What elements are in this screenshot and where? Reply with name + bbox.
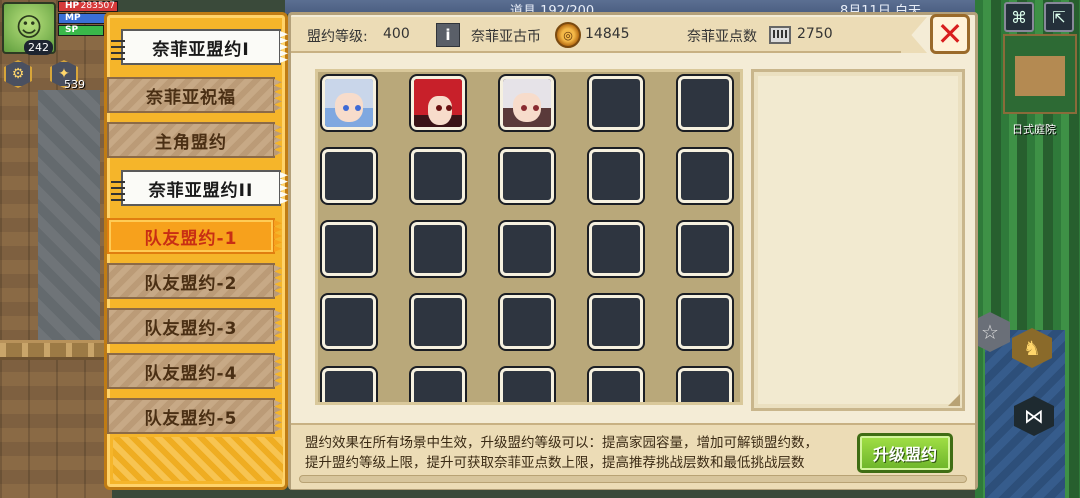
skill-count: 539: [64, 78, 85, 91]
tab-teammate-pact-5[interactable]: 队友盟约-5: [107, 398, 275, 434]
pact-main-panel: 盟约等级: 400 i 奈菲亚古币 ◎ 14845 奈菲亚点数 2750 盟约效…: [288, 12, 978, 490]
points-label: 奈菲亚点数: [687, 29, 757, 45]
points-value: 2750: [797, 26, 833, 42]
companion-slot-empty[interactable]: [678, 149, 732, 203]
companion-slot[interactable]: [500, 76, 554, 130]
portrait-red-haired-boy: [414, 79, 462, 127]
coin-icon: ◎: [555, 22, 581, 48]
tab-teammate-pact-1[interactable]: 队友盟约-1: [107, 218, 275, 254]
tab-label: 奈菲亚盟约I: [152, 39, 250, 60]
companion-slot-empty[interactable]: [322, 295, 376, 349]
companion-slot[interactable]: [411, 76, 465, 130]
player-level-badge: 242: [24, 40, 53, 55]
hp-bar: HP 283507: [58, 1, 118, 12]
companion-grid: [315, 69, 743, 405]
scene-fence: [0, 340, 112, 360]
portrait-silver-blue-haired-girl: [325, 79, 373, 127]
tab-label: 队友盟约-5: [144, 408, 238, 429]
sp-label: SP: [65, 25, 79, 35]
companion-slot-empty[interactable]: [500, 149, 554, 203]
footer-decor-bar: [299, 475, 967, 483]
mp-label: MP: [65, 13, 81, 23]
companion-slot-empty[interactable]: [500, 368, 554, 402]
network-icon[interactable]: ⌘: [1004, 2, 1034, 32]
pact-tab-panel: 奈菲亚盟约I 奈菲亚祝福 主角盟约 奈菲亚盟约II 队友盟约-1 队友盟约-2 …: [104, 12, 288, 490]
companion-slot-empty[interactable]: [411, 149, 465, 203]
companion-slot-empty[interactable]: [322, 149, 376, 203]
companion-slot[interactable]: [322, 76, 376, 130]
companion-slot-empty[interactable]: [589, 295, 643, 349]
close-button[interactable]: ✕: [930, 14, 970, 54]
tab-nephia-pact-1[interactable]: 奈菲亚盟约I: [111, 29, 281, 65]
tab-label: 队友盟约-3: [144, 318, 238, 339]
minimap[interactable]: [1003, 34, 1077, 114]
pact-level-label: 盟约等级:: [307, 29, 368, 45]
points-card-icon: [769, 26, 791, 44]
tab-label: 队友盟约-1: [144, 228, 238, 249]
close-icon: ✕: [936, 15, 964, 53]
pact-footer: 盟约效果在所有场景中生效，升级盟约等级可以：提高家园容量，增加可解锁盟约数， 提…: [291, 423, 975, 489]
companion-slot-empty[interactable]: [322, 368, 376, 402]
upgrade-pact-button[interactable]: 升级盟约: [857, 433, 953, 473]
coin-value: 14845: [585, 26, 630, 42]
mp-bar: MP: [58, 13, 110, 24]
companion-slot-empty[interactable]: [411, 368, 465, 402]
tab-panel-pattern: [113, 437, 283, 481]
companion-slot-empty[interactable]: [589, 368, 643, 402]
scene-stone-path: [38, 90, 100, 340]
companion-slot-empty[interactable]: [589, 76, 643, 130]
pact-header: 盟约等级: 400 i 奈菲亚古币 ◎ 14845 奈菲亚点数 2750: [291, 17, 903, 53]
tab-label: 奈菲亚盟约II: [148, 180, 254, 201]
tab-label: 奈菲亚祝福: [146, 87, 236, 108]
tab-label: 队友盟约-2: [144, 273, 238, 294]
companion-slot-empty[interactable]: [411, 295, 465, 349]
tab-teammate-pact-4[interactable]: 队友盟约-4: [107, 353, 275, 389]
companion-slot-empty[interactable]: [500, 222, 554, 276]
companion-slot-empty[interactable]: [411, 222, 465, 276]
hp-label: HP: [65, 1, 80, 11]
companion-slot-empty[interactable]: [678, 222, 732, 276]
coin-label: 奈菲亚古币: [471, 29, 541, 45]
companion-slot-empty[interactable]: [322, 222, 376, 276]
tab-hero-pact[interactable]: 主角盟约: [107, 122, 275, 158]
companion-slot-empty[interactable]: [678, 76, 732, 130]
description-line-2: 提升盟约等级上限，提升可获取奈菲亚点数上限，提高推荐挑战层数和最低挑战层数: [305, 455, 805, 471]
hp-value: 283507: [80, 1, 115, 11]
tab-teammate-pact-2[interactable]: 队友盟约-2: [107, 263, 275, 299]
companion-slot-empty[interactable]: [678, 295, 732, 349]
description-line-1: 盟约效果在所有场景中生效，升级盟约等级可以：提高家园容量，增加可解锁盟约数，: [305, 435, 818, 451]
companion-slot-empty[interactable]: [678, 368, 732, 402]
tab-nephia-blessing[interactable]: 奈菲亚祝福: [107, 77, 275, 113]
sp-bar: SP: [58, 25, 104, 36]
pact-description: 盟约效果在所有场景中生效，升级盟约等级可以：提高家园容量，增加可解锁盟约数， 提…: [305, 433, 845, 473]
tab-teammate-pact-3[interactable]: 队友盟约-3: [107, 308, 275, 344]
pact-level-value: 400: [383, 26, 410, 42]
tab-label: 主角盟约: [155, 132, 227, 153]
portrait-white-haired-girl: [503, 79, 551, 127]
companion-slot-empty[interactable]: [589, 222, 643, 276]
companion-slot-empty[interactable]: [500, 295, 554, 349]
minimap-location-label: 日式庭院: [1012, 123, 1056, 136]
tab-nephia-pact-2[interactable]: 奈菲亚盟约II: [111, 170, 281, 206]
pact-detail-box: [751, 69, 965, 411]
exit-map-icon[interactable]: ⇱: [1044, 2, 1074, 32]
info-icon[interactable]: i: [436, 23, 460, 47]
tab-label: 队友盟约-4: [144, 363, 238, 384]
companion-slot-empty[interactable]: [589, 149, 643, 203]
